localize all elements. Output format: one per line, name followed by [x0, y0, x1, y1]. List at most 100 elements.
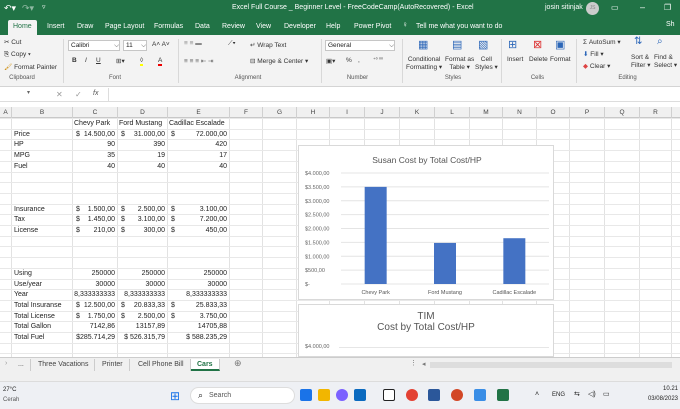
value-cell[interactable]: 7.200,00	[168, 215, 227, 225]
conditional-formatting-button[interactable]: Conditional Formatting ▾	[406, 56, 442, 72]
value-cell[interactable]: 35	[73, 151, 115, 161]
value-cell[interactable]: 72.000,00	[168, 130, 227, 140]
row-label-cell[interactable]: Fuel	[14, 162, 74, 172]
column-header-b[interactable]: B	[12, 107, 73, 118]
clock-time[interactable]: 10.21	[663, 386, 678, 392]
format-painter-button[interactable]: 🖌 Format Painter	[4, 63, 57, 71]
row-label-cell[interactable]: Total Gallon	[14, 322, 74, 332]
scroll-tabs-icon[interactable]: ›	[5, 360, 7, 367]
fill-button[interactable]: ⬇ Fill ▾	[583, 50, 604, 58]
value-cell[interactable]: 8,333333333	[118, 290, 165, 300]
tab-help[interactable]: Help	[321, 20, 345, 35]
value-cell[interactable]: 40	[118, 162, 165, 172]
tab-formulas[interactable]: Formulas	[149, 20, 188, 35]
formula-input[interactable]	[108, 88, 680, 102]
tab-review[interactable]: Review	[217, 20, 250, 35]
more-sheets-button[interactable]: ...	[12, 359, 31, 371]
row-label-cell[interactable]: Year	[14, 290, 74, 300]
column-header-l[interactable]: L	[435, 107, 470, 118]
enter-icon[interactable]: ✓	[75, 90, 82, 99]
volume-icon[interactable]: ◁)	[588, 390, 596, 398]
format-as-table-button[interactable]: Format as Table ▾	[445, 56, 474, 72]
value-cell[interactable]: 40	[168, 162, 227, 172]
sheet-tab-cars[interactable]: Cars	[191, 359, 220, 371]
column-header-n[interactable]: N	[503, 107, 537, 118]
excel-icon[interactable]	[497, 389, 509, 401]
clock-date[interactable]: 03/08/2023	[648, 396, 678, 402]
cell-styles-button[interactable]: Cell Styles ▾	[475, 56, 498, 72]
sort-filter-button[interactable]: Sort & Filter ▾	[631, 54, 651, 70]
tab-scroll-icon[interactable]: ⋮	[410, 359, 417, 367]
column-header-o[interactable]: O	[537, 107, 570, 118]
cancel-icon[interactable]: ✕	[56, 90, 63, 99]
redo-icon[interactable]: ↷▾	[22, 3, 34, 14]
undo-icon[interactable]: ↶▾	[4, 3, 16, 14]
photos-icon[interactable]	[474, 389, 486, 401]
column-header-g[interactable]: G	[263, 107, 297, 118]
wrap-text-button[interactable]: ↵ Wrap Text	[250, 41, 286, 49]
column-label-cell[interactable]: Cadillac Escalade	[169, 119, 239, 129]
value-cell[interactable]: 250000	[73, 269, 115, 279]
value-cell[interactable]: 210,00	[73, 226, 115, 236]
chart-tim[interactable]: TIM Cost by Total Cost/HP $4.000,00	[298, 304, 554, 357]
column-header-f[interactable]: F	[230, 107, 263, 118]
find-select-button[interactable]: Find & Select ▾	[654, 54, 677, 70]
tell-me-search[interactable]: Tell me what you want to do	[411, 20, 507, 35]
avatar[interactable]: JS	[586, 2, 599, 15]
row-label-cell[interactable]: HP	[14, 140, 74, 150]
column-header-k[interactable]: K	[400, 107, 435, 118]
sheet-tab-cell-phone-bill[interactable]: Cell Phone Bill	[132, 359, 191, 371]
file-explorer-icon[interactable]	[318, 389, 330, 401]
notion-icon[interactable]	[383, 389, 395, 401]
tab-data[interactable]: Data	[190, 20, 215, 35]
row-label-cell[interactable]: Insurance	[14, 205, 74, 215]
windows-start-icon[interactable]: ⊞	[170, 389, 180, 403]
tab-developer[interactable]: Developer	[279, 20, 321, 35]
autosum-button[interactable]: Σ AutoSum ▾	[583, 38, 621, 46]
sheet-tab-printer[interactable]: Printer	[96, 359, 130, 371]
value-cell[interactable]: 12.500,00	[73, 301, 115, 311]
value-cell[interactable]: 13157,89	[118, 322, 165, 332]
decimal-icon[interactable]: ⁺⁰ ⁰⁰	[373, 57, 383, 63]
battery-icon[interactable]: ▭	[603, 390, 610, 398]
fill-color-icon[interactable]: ◊	[140, 57, 144, 66]
value-cell[interactable]: 1.750,00	[73, 312, 115, 322]
italic-button[interactable]: I	[85, 57, 87, 64]
value-cell[interactable]: 17	[168, 151, 227, 161]
row-label-cell[interactable]: Using	[14, 269, 74, 279]
value-cell[interactable]: 25.833,33	[168, 301, 227, 311]
horizontal-scrollbar[interactable]	[430, 362, 672, 368]
sheet-tab-three-vacations[interactable]: Three Vacations	[32, 359, 96, 371]
row-label-cell[interactable]: License	[14, 226, 74, 236]
accounting-format-icon[interactable]: ▣▾	[326, 57, 335, 65]
align-top-icon[interactable]: ≡ ≡ ▬	[184, 40, 202, 47]
font-size-select[interactable]: 11 ⌵	[123, 40, 147, 51]
add-sheet-icon[interactable]: ⊕	[234, 358, 242, 369]
column-header-i[interactable]: I	[330, 107, 365, 118]
tab-insert[interactable]: Insert	[42, 20, 70, 35]
powerpoint-icon[interactable]	[451, 389, 463, 401]
value-cell[interactable]: 1.500,00	[73, 205, 115, 215]
font-color-icon[interactable]: A	[158, 57, 163, 66]
bing-icon[interactable]	[300, 389, 312, 401]
comma-button[interactable]: ,	[358, 57, 360, 64]
taskbar-search[interactable]: ⌕ Search	[190, 387, 295, 404]
value-cell[interactable]: 2.500,00	[118, 205, 165, 215]
orientation-icon[interactable]: ⟋▾	[228, 40, 236, 48]
tab-home[interactable]: Home	[8, 20, 37, 35]
tab-view[interactable]: View	[251, 20, 276, 35]
column-header-h[interactable]: H	[297, 107, 330, 118]
row-label-cell[interactable]: Price	[14, 130, 74, 140]
share-button[interactable]: Sh	[666, 21, 675, 28]
value-cell[interactable]: 90	[73, 140, 115, 150]
column-header-p[interactable]: P	[570, 107, 605, 118]
word-icon[interactable]	[428, 389, 440, 401]
value-cell[interactable]: 8,333333333	[73, 290, 115, 300]
value-cell[interactable]: 3.100,00	[168, 205, 227, 215]
language-indicator[interactable]: ENG	[552, 392, 565, 398]
tab-power-pivot[interactable]: Power Pivot	[349, 20, 396, 35]
row-label-cell[interactable]: Total License	[14, 312, 74, 322]
row-label-cell[interactable]: Total Insuranse	[14, 301, 74, 311]
value-cell[interactable]: $ 526.315,79	[118, 333, 165, 343]
column-header-m[interactable]: M	[470, 107, 503, 118]
